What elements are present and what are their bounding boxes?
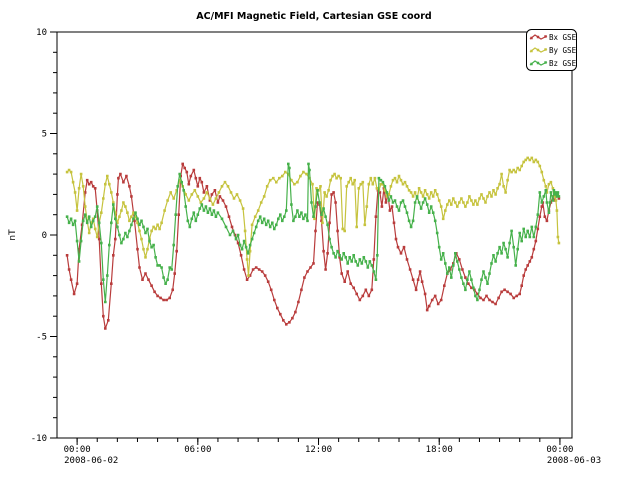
x-tick-label: 06:00 — [184, 445, 211, 455]
plot-border — [57, 32, 572, 438]
magnetic-field-chart: AC/MFI Magnetic Field, Cartesian GSE coo… — [0, 0, 640, 480]
y-tick-label: -10 — [31, 434, 47, 444]
y-tick-label: -5 — [36, 333, 47, 343]
x-date-label: 2008-06-02 — [64, 456, 118, 466]
chart-title: AC/MFI Magnetic Field, Cartesian GSE coo… — [196, 11, 431, 22]
legend-label-bz-gse: Bz GSE — [549, 59, 577, 68]
legend-label-bx-gse: Bx GSE — [549, 33, 577, 42]
x-tick-label: 00:00 — [64, 445, 91, 455]
x-tick-label: 00:00 — [546, 445, 573, 455]
chart-figure: AC/MFI Magnetic Field, Cartesian GSE coo… — [0, 0, 640, 480]
y-tick-label: 10 — [36, 28, 47, 38]
data-series — [66, 157, 560, 330]
y-tick-label: 0 — [42, 231, 47, 241]
y-axis-label: nT — [8, 229, 18, 241]
plot-area — [57, 32, 572, 438]
y-tick-label: 5 — [42, 130, 47, 140]
axes: 00:002008-06-0206:0012:0018:0000:002008-… — [31, 28, 601, 466]
legend: Bx GSE By GSE Bz GSE — [527, 30, 577, 71]
x-tick-label: 12:00 — [305, 445, 332, 455]
x-date-label: 2008-06-03 — [547, 456, 601, 466]
x-tick-label: 18:00 — [426, 445, 453, 455]
legend-label-by-gse: By GSE — [549, 46, 577, 55]
